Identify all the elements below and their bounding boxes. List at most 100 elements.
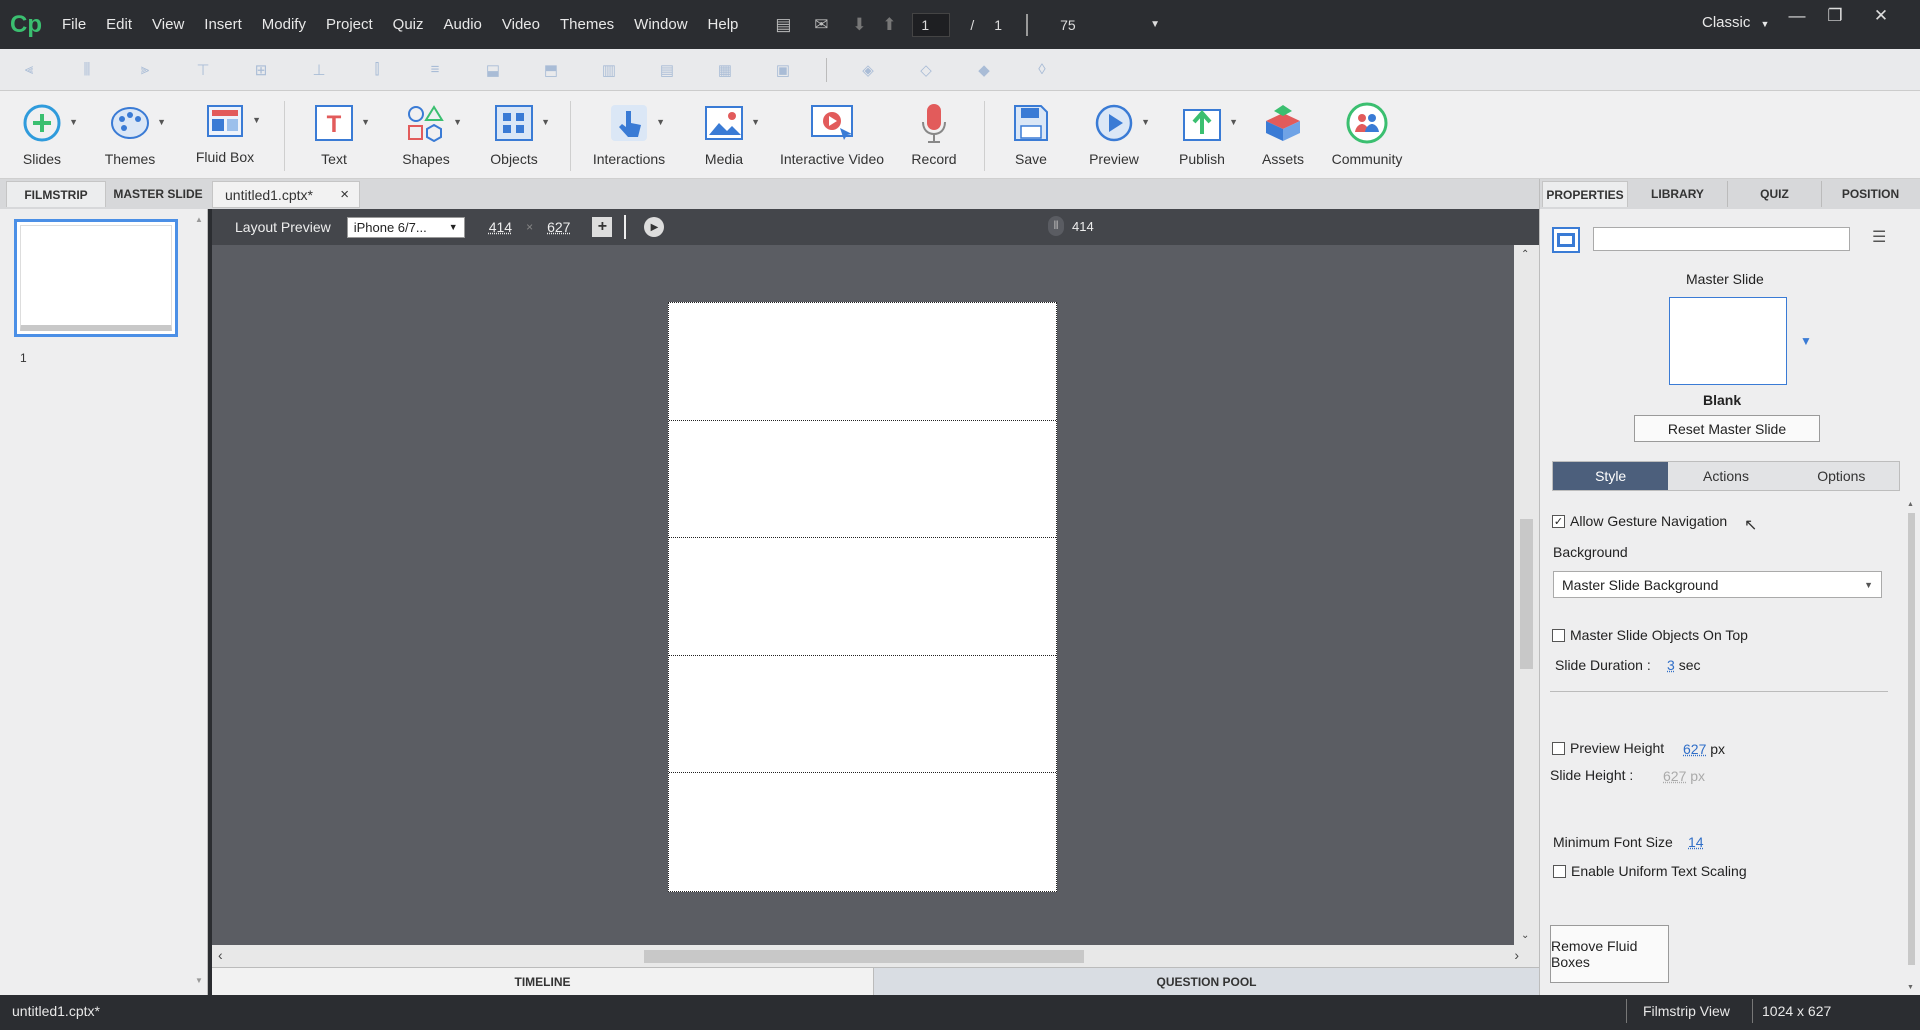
master-objects-on-top-checkbox[interactable] — [1552, 629, 1565, 642]
add-breakpoint-icon[interactable]: + — [592, 217, 613, 237]
uniform-text-scaling-checkbox[interactable] — [1553, 865, 1566, 878]
tab-actions[interactable]: Actions — [1668, 462, 1783, 490]
send-backward-icon[interactable]: ◆ — [969, 60, 999, 80]
record-button[interactable]: Record — [906, 91, 962, 179]
min-font-size-value[interactable]: 14 — [1688, 834, 1704, 850]
play-icon[interactable]: ▶ — [644, 217, 665, 237]
menu-project[interactable]: Project — [316, 0, 383, 49]
current-slide-input[interactable]: 1 — [912, 12, 951, 37]
scroll-right-icon[interactable]: › — [1514, 947, 1519, 963]
device-dropdown[interactable]: iPhone 6/7... ▼ — [346, 216, 465, 238]
fluid-box-button[interactable]: ▼ Fluid Box — [192, 91, 261, 179]
filmstrip-scrollbar[interactable]: ▲ ▼ — [195, 215, 203, 985]
panel-menu-icon[interactable]: ☰ — [1872, 227, 1886, 247]
menu-audio[interactable]: Audio — [434, 0, 492, 49]
align-bottom-icon[interactable]: ⊥ — [304, 60, 334, 80]
fluid-box[interactable] — [669, 538, 1056, 656]
tab-filmstrip[interactable]: FILMSTRIP — [6, 181, 106, 207]
menu-insert[interactable]: Insert — [194, 0, 252, 49]
menu-quiz[interactable]: Quiz — [383, 0, 434, 49]
preview-button[interactable]: ▼ Preview — [1086, 91, 1150, 179]
bring-front-icon[interactable]: ◈ — [853, 60, 883, 80]
align-left-icon[interactable]: ⫷ — [14, 60, 44, 80]
chevron-down-icon[interactable]: ▼ — [1800, 334, 1812, 348]
menu-help[interactable]: Help — [698, 0, 749, 49]
menu-themes[interactable]: Themes — [550, 0, 624, 49]
slide-duration-value[interactable]: 3 — [1667, 657, 1675, 673]
preview-width-field[interactable]: 414 — [489, 219, 512, 235]
background-dropdown[interactable]: Master Slide Background ▼ — [1553, 571, 1882, 598]
tab-options[interactable]: Options — [1784, 462, 1899, 490]
objects-button[interactable]: ▼ Objects — [486, 91, 550, 179]
tab-question-pool[interactable]: QUESTION POOL — [874, 968, 1539, 995]
assets-button[interactable]: Assets — [1258, 91, 1308, 179]
fluid-box[interactable] — [669, 421, 1056, 539]
arrow-up-icon[interactable]: ⬆ — [874, 15, 904, 35]
tab-properties[interactable]: PROPERTIES — [1542, 181, 1628, 207]
mail-icon[interactable]: ✉ — [806, 15, 836, 35]
stage-horizontal-scrollbar[interactable]: ‹ › — [212, 945, 1539, 967]
same-width-icon[interactable]: ▤ — [652, 60, 682, 80]
scroll-left-icon[interactable]: ‹ — [218, 947, 223, 963]
scroll-down-icon[interactable]: ▼ — [1907, 984, 1914, 991]
preview-height-checkbox[interactable] — [1552, 742, 1565, 755]
same-height-icon[interactable]: ▦ — [710, 60, 740, 80]
allow-gesture-checkbox[interactable]: ✓ — [1552, 515, 1565, 528]
same-size-icon[interactable]: ▥ — [594, 60, 624, 80]
scroll-up-icon[interactable]: ▲ — [195, 215, 203, 224]
menu-modify[interactable]: Modify — [252, 0, 316, 49]
community-button[interactable]: Community — [1330, 91, 1404, 179]
tab-timeline[interactable]: TIMELINE — [212, 968, 874, 995]
menu-edit[interactable]: Edit — [96, 0, 142, 49]
workspace-dropdown[interactable]: Classic ▼ — [1702, 14, 1769, 31]
tab-position[interactable]: POSITION — [1822, 181, 1919, 207]
text-button[interactable]: T ▼ Text — [306, 91, 370, 179]
scroll-down-icon[interactable]: ⌄ — [1521, 930, 1529, 941]
ruler-handle-icon[interactable]: ⦀ — [1048, 216, 1064, 236]
close-icon[interactable]: × — [340, 186, 349, 203]
fluid-box[interactable] — [669, 303, 1056, 421]
tab-style[interactable]: Style — [1553, 462, 1669, 490]
arrow-down-icon[interactable]: ⬇ — [844, 15, 874, 35]
resize-width-icon[interactable]: ⬓ — [478, 60, 508, 80]
interactions-button[interactable]: ▼ Interactions — [588, 91, 670, 179]
master-slide-thumbnail[interactable] — [1669, 297, 1787, 385]
remove-fluid-boxes-button[interactable]: Remove Fluid Boxes — [1550, 925, 1669, 983]
reset-master-slide-button[interactable]: Reset Master Slide — [1634, 415, 1820, 442]
scroll-down-icon[interactable]: ▼ — [195, 976, 203, 985]
minimize-icon[interactable]: — — [1782, 6, 1812, 26]
scroll-up-icon[interactable]: ⌃ — [1521, 249, 1529, 260]
properties-scrollbar[interactable]: ▲ ▼ — [1907, 501, 1916, 991]
preview-height-field[interactable]: 627 — [547, 219, 570, 235]
distribute-vertical-icon[interactable]: ≡ — [420, 60, 450, 80]
menu-video[interactable]: Video — [492, 0, 550, 49]
slides-button[interactable]: ▼ Slides — [12, 91, 78, 179]
scrollbar-thumb[interactable] — [1908, 513, 1915, 965]
slide-canvas[interactable] — [668, 302, 1057, 892]
tab-quiz[interactable]: QUIZ — [1728, 181, 1822, 207]
align-center-icon[interactable]: ⫼ — [72, 60, 102, 80]
fluid-box[interactable] — [669, 656, 1056, 774]
align-middle-icon[interactable]: ⊞ — [246, 60, 276, 80]
center-stage-icon[interactable]: ▣ — [768, 60, 798, 80]
slide-name-input[interactable] — [1593, 227, 1850, 251]
menu-file[interactable]: File — [52, 0, 96, 49]
scroll-up-icon[interactable]: ▲ — [1907, 501, 1916, 508]
scrollbar-thumb[interactable] — [1520, 519, 1533, 669]
zoom-dropdown[interactable]: 75 ▼ — [1060, 17, 1160, 33]
fluid-box[interactable] — [669, 773, 1056, 891]
tab-library[interactable]: LIBRARY — [1628, 181, 1728, 207]
tab-master-slide[interactable]: MASTER SLIDE — [108, 181, 208, 207]
send-back-icon[interactable]: ◊ — [1027, 60, 1057, 80]
stage-vertical-scrollbar[interactable]: ⌃ ⌄ — [1514, 245, 1539, 945]
close-icon[interactable]: ✕ — [1866, 6, 1896, 26]
comment-icon[interactable]: ▤ — [768, 15, 798, 35]
publish-button[interactable]: ▼ Publish — [1174, 91, 1238, 179]
resize-height-icon[interactable]: ⬒ — [536, 60, 566, 80]
menu-view[interactable]: View — [142, 0, 194, 49]
document-tab[interactable]: untitled1.cptx* × — [212, 181, 360, 208]
save-button[interactable]: Save — [1006, 91, 1056, 179]
slide-thumbnail[interactable] — [14, 219, 178, 337]
maximize-icon[interactable]: ❐ — [1820, 6, 1850, 26]
align-right-icon[interactable]: ⫸ — [130, 60, 160, 80]
